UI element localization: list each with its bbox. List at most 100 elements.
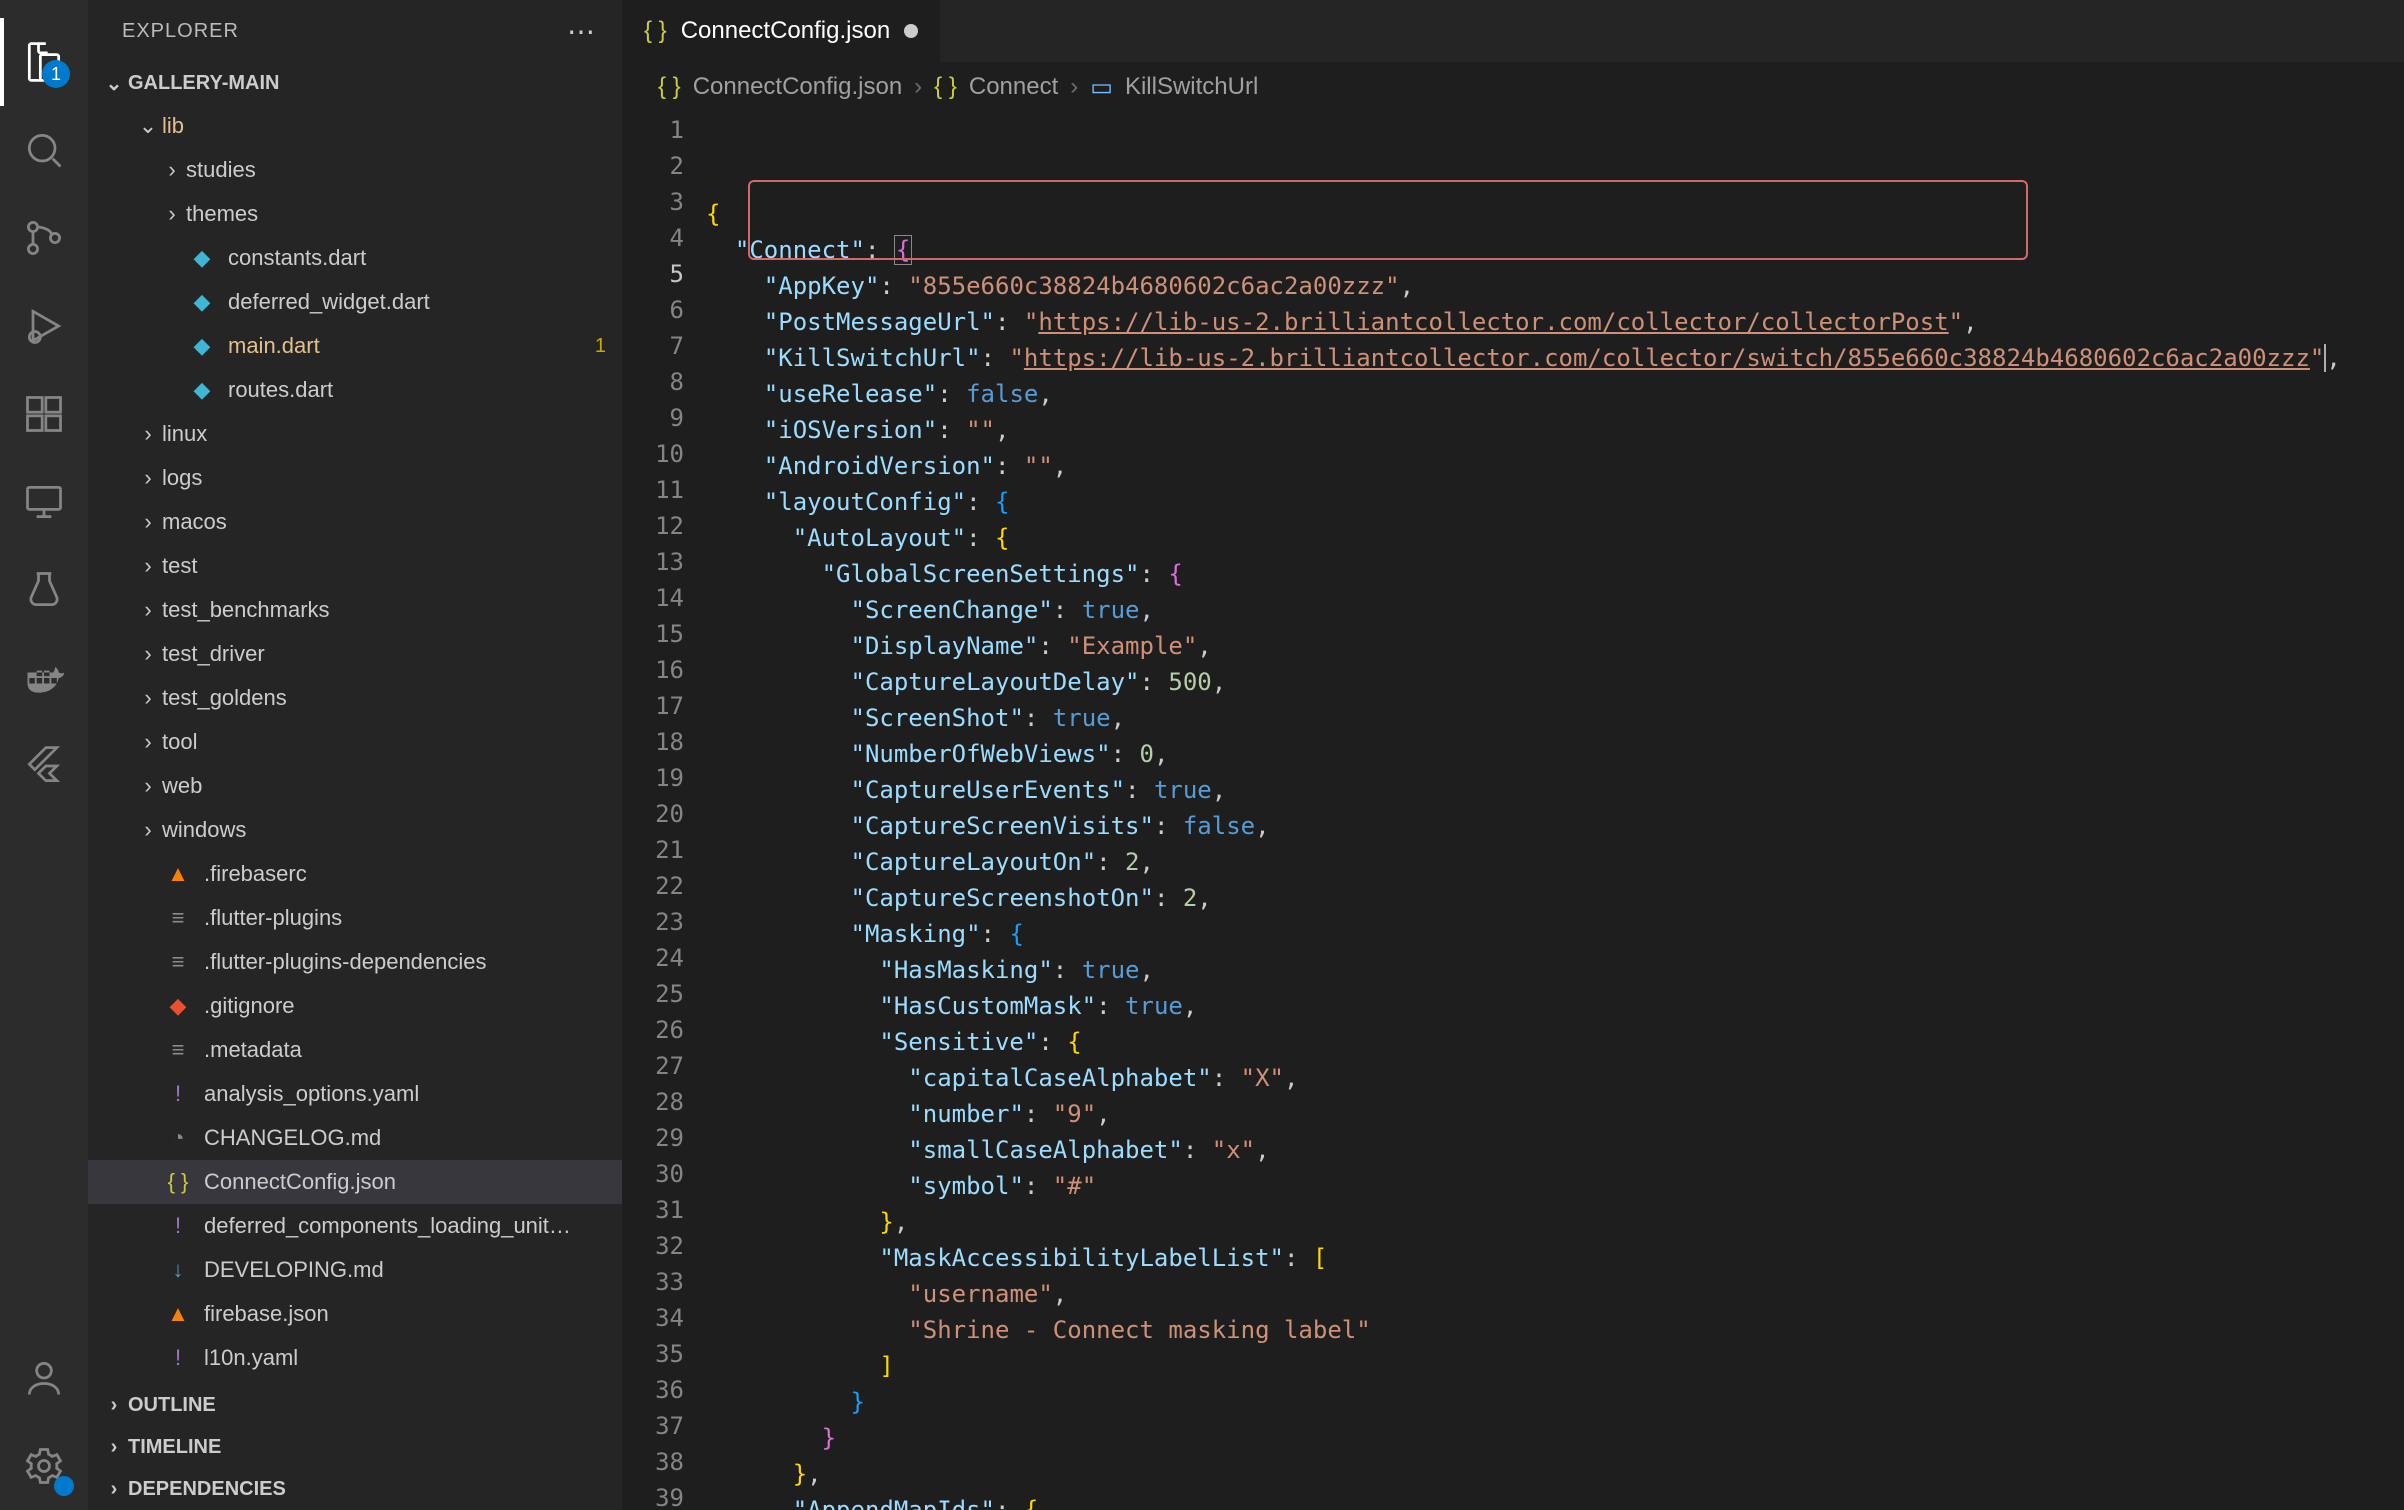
activity-docker[interactable] [0,634,88,722]
file-item[interactable]: ▲.firebaserc [88,852,622,896]
activity-flutter[interactable] [0,722,88,810]
file-item[interactable]: { }ConnectConfig.json [88,1160,622,1204]
breadcrumb-key[interactable]: Connect [969,73,1058,101]
folder-item[interactable]: ›macos [88,500,622,544]
chevron-right-icon: › [134,641,162,667]
modification-count: 1 [595,335,606,358]
file-item[interactable]: !analysis_options.yaml [88,1072,622,1116]
explorer-sidebar: EXPLORER ⋯ ⌄ GALLERY-MAIN ⌄lib›studies›t… [88,0,622,1510]
folder-item[interactable]: ⌄lib [88,104,622,148]
folder-item[interactable]: ›windows [88,808,622,852]
folder-item[interactable]: ›studies [88,148,622,192]
chevron-right-icon: › [158,201,186,227]
json-icon: { } [658,73,681,101]
tree-item-label: deferred_widget.dart [228,289,606,315]
tree-item-label: CHANGELOG.md [204,1125,606,1151]
dirty-indicator-icon [904,24,918,38]
file-item[interactable]: ◆constants.dart [88,236,622,280]
file-item[interactable]: ◆deferred_widget.dart [88,280,622,324]
activity-extensions[interactable] [0,370,88,458]
timeline-section[interactable]: › TIMELINE [88,1426,622,1468]
chevron-right-icon: › [134,685,162,711]
tree-item-label: linux [162,421,606,447]
settings-badge-icon [54,1476,74,1496]
tree-item-label: DEVELOPING.md [204,1257,606,1283]
file-item[interactable]: ↓DEVELOPING.md [88,1248,622,1292]
tree-item-label: lib [162,113,598,139]
chevron-down-icon: ⌄ [134,113,162,139]
folder-item[interactable]: ›linux [88,412,622,456]
chevron-down-icon: ⌄ [100,71,128,96]
chevron-right-icon: › [100,1478,128,1501]
chevron-right-icon: › [100,1436,128,1459]
folder-item[interactable]: ›test [88,544,622,588]
file-item[interactable]: ▲firebase.json [88,1292,622,1336]
chevron-right-icon: › [134,817,162,843]
editor-body[interactable]: 1234567891011121314151617181920212223242… [622,112,2404,1510]
editor-area: { } ConnectConfig.json { } ConnectConfig… [622,0,2404,1510]
file-item[interactable]: ◔CHANGELOG.md [88,1116,622,1160]
activity-explorer[interactable]: 1 [0,18,88,106]
breadcrumb-file[interactable]: ConnectConfig.json [693,73,902,101]
code-content[interactable]: { "Connect": { "AppKey": "855e660c38824b… [706,112,2404,1510]
breadcrumb-leaf[interactable]: KillSwitchUrl [1125,73,1258,101]
folder-item[interactable]: ›themes [88,192,622,236]
chevron-right-icon: › [134,553,162,579]
activity-testing[interactable] [0,546,88,634]
tree-item-label: themes [186,201,606,227]
tabs-row: { } ConnectConfig.json [622,0,2404,62]
file-item[interactable]: !deferred_components_loading_unit… [88,1204,622,1248]
tree-item-label: test_driver [162,641,606,667]
tree-item-label: windows [162,817,606,843]
tab-connectconfig[interactable]: { } ConnectConfig.json [622,0,941,62]
activity-bar: 1 [0,0,88,1510]
tree-item-label: .flutter-plugins [204,905,606,931]
tree-item-label: studies [186,157,606,183]
json-icon: { } [644,17,667,45]
file-item[interactable]: !l10n.yaml [88,1336,622,1380]
activity-remote[interactable] [0,458,88,546]
activity-search[interactable] [0,106,88,194]
tree-item-label: routes.dart [228,377,606,403]
breadcrumbs[interactable]: { } ConnectConfig.json › { } Connect › ▭… [622,62,2404,112]
dependencies-label: DEPENDENCIES [128,1478,286,1501]
json-icon: { } [934,73,957,101]
outline-section[interactable]: › OUTLINE [88,1384,622,1426]
file-item[interactable]: ≡.flutter-plugins [88,896,622,940]
activity-settings[interactable] [0,1422,88,1510]
tree-item-label: web [162,773,606,799]
tree-item-label: main.dart [228,333,587,359]
project-name: GALLERY-MAIN [128,72,279,95]
chevron-right-icon: › [158,157,186,183]
file-item[interactable]: ◆main.dart1 [88,324,622,368]
tree-item-label: l10n.yaml [204,1345,606,1371]
activity-source-control[interactable] [0,194,88,282]
folder-item[interactable]: ›logs [88,456,622,500]
tab-filename: ConnectConfig.json [681,17,890,45]
chevron-right-icon: › [134,465,162,491]
sidebar-title: EXPLORER [122,20,239,43]
tree-item-label: test [162,553,606,579]
chevron-right-icon: › [134,773,162,799]
folder-item[interactable]: ›web [88,764,622,808]
file-item[interactable]: ≡.flutter-plugins-dependencies [88,940,622,984]
activity-accounts[interactable] [0,1334,88,1422]
project-header[interactable]: ⌄ GALLERY-MAIN [88,62,622,104]
folder-item[interactable]: ›test_benchmarks [88,588,622,632]
folder-item[interactable]: ›tool [88,720,622,764]
dependencies-section[interactable]: › DEPENDENCIES [88,1468,622,1510]
folder-item[interactable]: ›test_driver [88,632,622,676]
tree-item-label: .flutter-plugins-dependencies [204,949,606,975]
sidebar-more-icon[interactable]: ⋯ [567,15,596,48]
file-item[interactable]: ≡.metadata [88,1028,622,1072]
chevron-right-icon: › [100,1394,128,1417]
tree-item-label: analysis_options.yaml [204,1081,606,1107]
tree-item-label: .gitignore [204,993,606,1019]
tree-item-label: logs [162,465,606,491]
activity-run-debug[interactable] [0,282,88,370]
folder-item[interactable]: ›test_goldens [88,676,622,720]
tree-item-label: .metadata [204,1037,606,1063]
file-item[interactable]: ◆routes.dart [88,368,622,412]
file-item[interactable]: ◆.gitignore [88,984,622,1028]
line-gutter: 1234567891011121314151617181920212223242… [622,112,706,1510]
